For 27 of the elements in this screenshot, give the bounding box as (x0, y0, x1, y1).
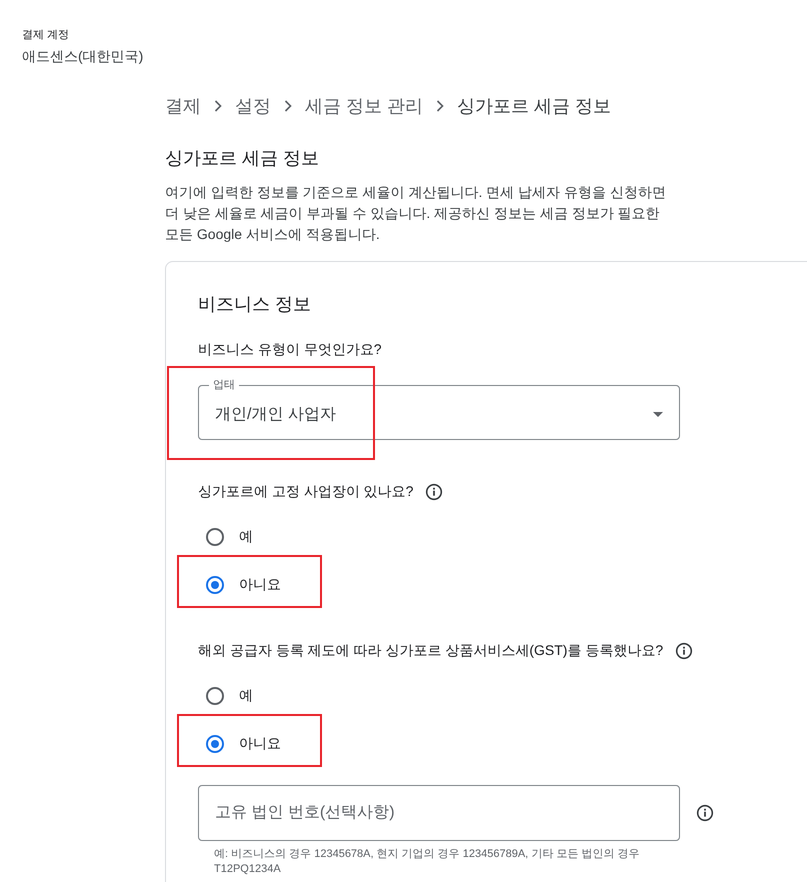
radio-option[interactable]: 예 (206, 528, 253, 546)
option-label[interactable]: 아니요 (239, 576, 281, 594)
card-title: 비즈니스 정보 (198, 293, 312, 316)
breadcrumb-link[interactable]: 세금 정보 관리 (305, 94, 424, 118)
question-label: 해외 공급자 등록 제도에 따라 싱가포르 상품서비스세(GST)를 등록했나요? (198, 642, 664, 660)
option-label[interactable]: 아니요 (239, 735, 281, 753)
info-icon[interactable] (425, 483, 444, 501)
business-type-select[interactable]: 업태 개인/개인 사업자 (198, 379, 680, 440)
dropdown-arrow-icon (653, 412, 663, 416)
radio-option[interactable]: 예 (206, 687, 253, 705)
radio-button[interactable] (206, 576, 224, 594)
breadcrumb-link[interactable]: 설정 (235, 94, 271, 118)
radio-button[interactable] (206, 528, 224, 546)
info-icon[interactable] (675, 642, 694, 660)
radio-button[interactable] (206, 735, 224, 753)
page-title: 싱가포르 세금 정보 (165, 147, 320, 170)
question-label: 비즈니스 유형이 무엇인가요? (198, 341, 382, 359)
radio-button[interactable] (206, 687, 224, 705)
account-label: 결제 계정 (22, 28, 70, 42)
account-name: 애드센스(대한민국) (22, 48, 144, 66)
info-icon[interactable] (696, 804, 714, 822)
field-hint: 예: 비즈니스의 경우 12345678A, 현지 기업의 경우 123456789A, 기타 모든 법인의 경우 T12PQ1234A (214, 847, 640, 877)
description-text: 여기에 입력한 정보를 기준으로 세율이 계산됩니다. 면세 납세자 유형을 신청하면 더 낮은 세율로 세금이 부과될 수 있습니다. 제공하신 정보는 세금 정보가 필요한 모든 Google 서비스에 적용됩니다. (165, 183, 667, 244)
entity-number-field[interactable]: 고유 법인 번호(선택사항) (198, 785, 680, 841)
question-label: 싱가포르에 고정 사업장이 있나요? (198, 483, 414, 501)
breadcrumb-current: 싱가포르 세금 정보 (457, 95, 612, 118)
breadcrumb-link[interactable]: 결제 (165, 94, 201, 118)
